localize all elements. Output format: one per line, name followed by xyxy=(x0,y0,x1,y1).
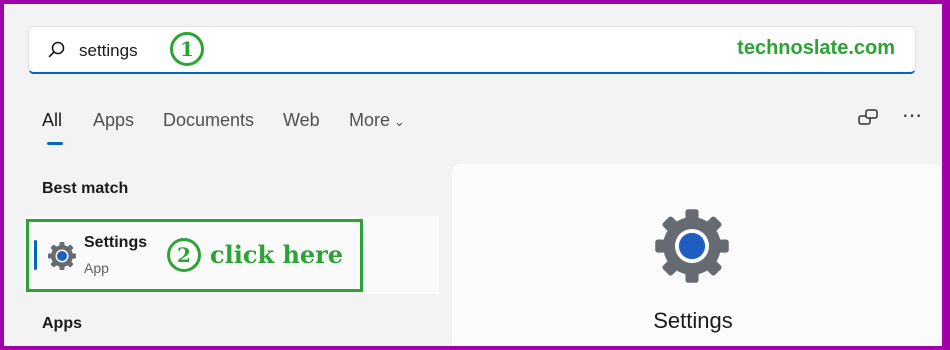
tab-more-label: More xyxy=(349,110,391,130)
apps-heading: Apps xyxy=(42,315,82,332)
tab-documents[interactable]: Documents xyxy=(163,110,254,131)
step-marker-2: 2 xyxy=(167,238,201,272)
result-type: App xyxy=(84,260,109,276)
search-input[interactable]: settings xyxy=(79,41,138,61)
more-options-icon[interactable]: ⋯ xyxy=(900,106,924,130)
result-name: Settings xyxy=(84,234,148,251)
step-marker-1: 1 xyxy=(170,32,204,66)
selection-indicator xyxy=(34,240,37,270)
watermark: technoslate.com xyxy=(737,37,895,59)
settings-gear-icon xyxy=(48,242,76,270)
preview-app-name: Settings xyxy=(653,308,733,333)
chevron-down-icon: ⌄ xyxy=(394,114,405,129)
settings-gear-icon xyxy=(655,209,729,283)
tab-web[interactable]: Web xyxy=(283,110,320,131)
annotation-label: click here xyxy=(210,240,344,269)
tab-more[interactable]: More ⌄ xyxy=(349,110,405,131)
search-window: settings 1 technoslate.com All Apps Docu… xyxy=(4,4,942,346)
tab-all[interactable]: All xyxy=(42,110,62,131)
tab-apps[interactable]: Apps xyxy=(93,110,134,131)
share-screen-icon[interactable] xyxy=(856,106,880,130)
active-tab-indicator xyxy=(47,142,63,145)
search-icon xyxy=(48,41,65,58)
best-match-heading: Best match xyxy=(42,180,129,197)
search-bar[interactable]: settings 1 technoslate.com xyxy=(28,26,916,74)
